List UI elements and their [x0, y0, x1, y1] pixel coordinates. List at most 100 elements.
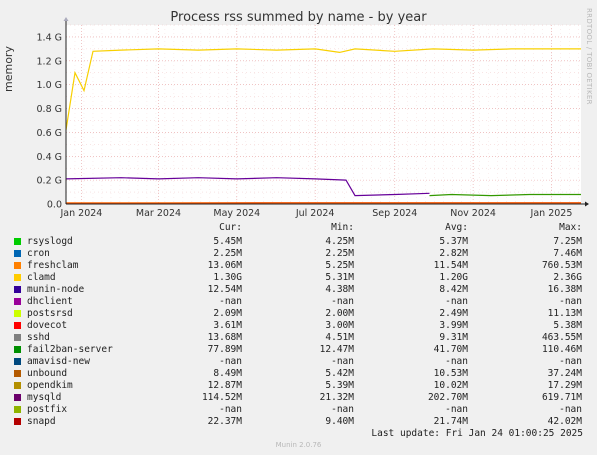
legend-row-postsrsd: postsrsd 2.09M 2.00M 2.49M 11.13M — [14, 308, 594, 320]
legend-row-freshclam: freshclam 13.06M 5.25M 11.54M 760.53M — [14, 260, 594, 272]
y-tick-label: 0.2 G — [37, 176, 63, 187]
legend-swatch — [14, 322, 21, 329]
legend-min: 21.32M — [319, 392, 354, 403]
legend-avg: 202.70M — [427, 392, 468, 403]
legend-name: dhclient — [27, 296, 73, 307]
legend-swatch — [14, 310, 21, 317]
legend-cur: 8.49M — [213, 368, 242, 379]
legend-min: 5.31M — [325, 272, 354, 283]
legend-swatch — [14, 406, 21, 413]
legend-row-sshd: sshd 13.68M 4.51M 9.31M 463.55M — [14, 332, 594, 344]
legend-name: unbound — [27, 368, 68, 379]
legend-min: -nan — [331, 356, 354, 367]
y-tick-label: 1.4 G — [37, 32, 63, 43]
legend-max: 7.46M — [553, 248, 582, 259]
legend-name: snapd — [27, 416, 56, 427]
legend-cur: 12.87M — [207, 380, 242, 391]
legend-avg: 2.49M — [439, 308, 468, 319]
legend-avg: 2.82M — [439, 248, 468, 259]
legend-avg: 10.02M — [433, 380, 468, 391]
legend-max: -nan — [559, 356, 582, 367]
legend-swatch — [14, 286, 21, 293]
legend-name: fail2ban-server — [27, 344, 113, 355]
legend-avg: 11.54M — [433, 260, 468, 271]
legend-row-opendkim: opendkim 12.87M 5.39M 10.02M 17.29M — [14, 380, 594, 392]
legend-cur: 5.45M — [213, 236, 242, 247]
legend-name: postfix — [27, 404, 68, 415]
legend-row-dhclient: dhclient -nan -nan -nan -nan — [14, 296, 594, 308]
legend-name: postsrsd — [27, 308, 73, 319]
legend-min: 2.25M — [325, 248, 354, 259]
legend-name: rsyslogd — [27, 236, 73, 247]
x-tick-label: Jan 2025 — [530, 208, 573, 219]
legend-max: 7.25M — [553, 236, 582, 247]
legend-avg: 21.74M — [433, 416, 468, 427]
legend-avg: 41.70M — [433, 344, 468, 355]
legend-min: 4.25M — [325, 236, 354, 247]
legend-avg: -nan — [445, 356, 468, 367]
legend-cur: 2.25M — [213, 248, 242, 259]
legend-max: 5.38M — [553, 320, 582, 331]
legend-name: freshclam — [27, 260, 79, 271]
legend-name: sshd — [27, 332, 50, 343]
legend-row-rsyslogd: rsyslogd 5.45M 4.25M 5.37M 7.25M — [14, 236, 594, 248]
x-tick-label: Sep 2024 — [372, 208, 417, 219]
legend-max: 760.53M — [541, 260, 582, 271]
legend-swatch — [14, 418, 21, 425]
x-tick-label: Jul 2024 — [295, 208, 335, 219]
legend-swatch — [14, 334, 21, 341]
y-tick-label: 0.8 G — [37, 104, 63, 115]
legend-cur: 1.30G — [213, 272, 242, 283]
legend-swatch — [14, 370, 21, 377]
legend-avg: 10.53M — [433, 368, 468, 379]
last-update: Last update: Fri Jan 24 01:00:25 2025 — [371, 428, 583, 439]
legend-avg: -nan — [445, 296, 468, 307]
legend-min: 12.47M — [319, 344, 354, 355]
legend-swatch — [14, 274, 21, 281]
y-tick-label: 1.0 G — [37, 80, 63, 91]
plot-background — [66, 25, 581, 204]
legend-row-amavisd-new: amavisd-new -nan -nan -nan -nan — [14, 356, 594, 368]
legend-name: clamd — [27, 272, 56, 283]
legend-avg: 3.99M — [439, 320, 468, 331]
legend-max: 2.36G — [553, 272, 582, 283]
legend-cur: 114.52M — [201, 392, 242, 403]
chart-plot: 0.00.2 G0.4 G0.6 G0.8 G1.0 G1.2 G1.4 GJa… — [37, 17, 589, 219]
legend-max: -nan — [559, 296, 582, 307]
y-tick-label: 0.6 G — [37, 128, 63, 139]
x-tick-label: Jan 2024 — [59, 208, 102, 219]
legend-max: 16.38M — [547, 284, 582, 295]
header-max: Max: — [559, 222, 582, 233]
legend-swatch — [14, 238, 21, 245]
legend-cur: 3.61M — [213, 320, 242, 331]
legend-cur: 13.06M — [207, 260, 242, 271]
y-tick-label: 1.2 G — [37, 56, 63, 67]
legend-row-munin-node: munin-node 12.54M 4.38M 8.42M 16.38M — [14, 284, 594, 296]
header-cur: Cur: — [219, 222, 242, 233]
legend-row-postfix: postfix -nan -nan -nan -nan — [14, 404, 594, 416]
legend-header-row: Cur: Min: Avg: Max: — [14, 222, 594, 234]
legend-swatch — [14, 358, 21, 365]
legend-cur: 77.89M — [207, 344, 242, 355]
legend-name: munin-node — [27, 284, 85, 295]
legend-min: 3.00M — [325, 320, 354, 331]
legend-avg: 9.31M — [439, 332, 468, 343]
legend-swatch — [14, 250, 21, 257]
legend-min: 2.00M — [325, 308, 354, 319]
legend-row-snapd: snapd 22.37M 9.40M 21.74M 42.02M — [14, 416, 594, 428]
legend-max: 463.55M — [541, 332, 582, 343]
legend-max: -nan — [559, 404, 582, 415]
legend-avg: 1.20G — [439, 272, 468, 283]
legend-row-dovecot: dovecot 3.61M 3.00M 3.99M 5.38M — [14, 320, 594, 332]
legend-swatch — [14, 382, 21, 389]
x-tick-label: Nov 2024 — [450, 208, 496, 219]
legend-min: 5.42M — [325, 368, 354, 379]
legend-max: 17.29M — [547, 380, 582, 391]
legend-max: 619.71M — [541, 392, 582, 403]
legend-name: cron — [27, 248, 50, 259]
legend-row-unbound: unbound 8.49M 5.42M 10.53M 37.24M — [14, 368, 594, 380]
legend-swatch — [14, 394, 21, 401]
legend-row-clamd: clamd 1.30G 5.31M 1.20G 2.36G — [14, 272, 594, 284]
x-tick-label: May 2024 — [213, 208, 260, 219]
legend-name: amavisd-new — [27, 356, 90, 367]
